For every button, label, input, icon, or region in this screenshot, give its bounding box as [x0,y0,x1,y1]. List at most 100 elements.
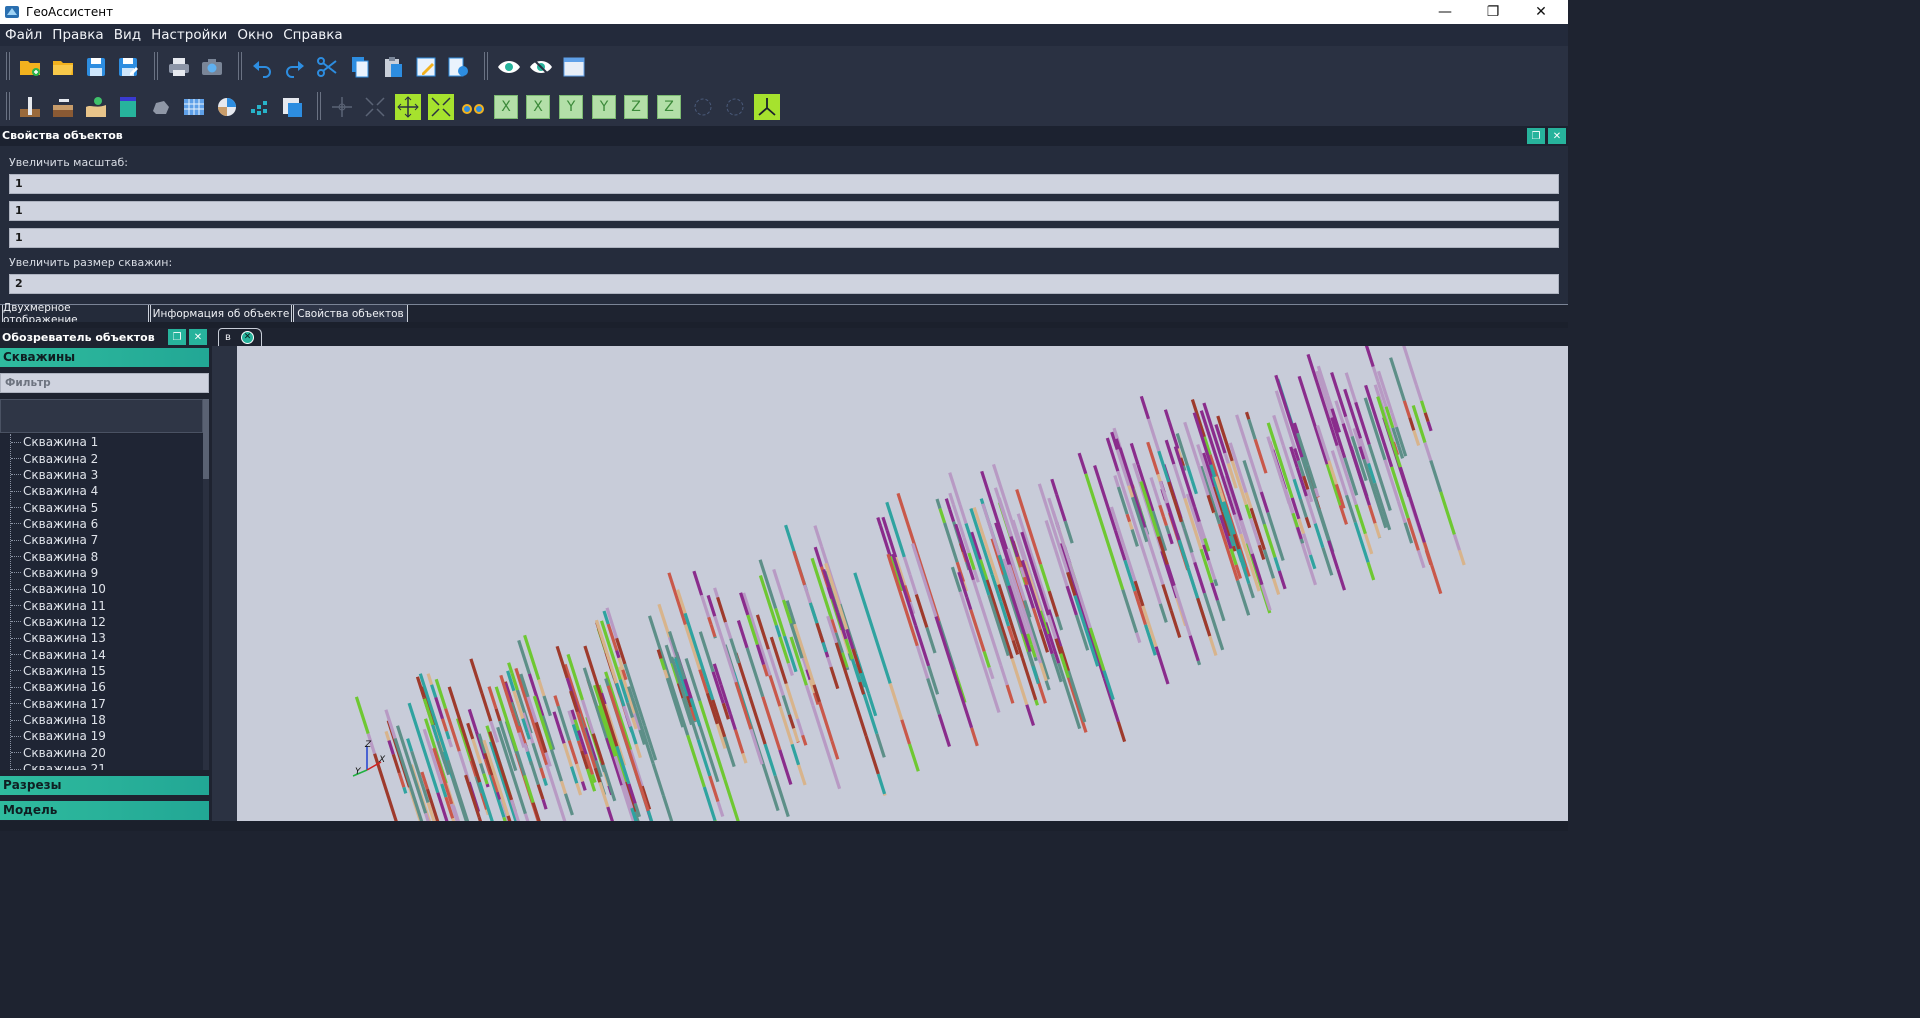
tree-item-well[interactable]: Скважина 19 [0,728,203,744]
wells-scene[interactable] [237,346,1568,821]
copy-button[interactable] [347,54,373,80]
move-button[interactable] [329,94,355,120]
borehole-button[interactable] [17,94,43,120]
filter-input[interactable]: Фильтр [0,373,209,393]
tab-2d-view[interactable]: Двухмерное отображение [2,302,149,326]
tree-item-well[interactable]: Скважина 2 [0,450,203,466]
borehole[interactable] [1163,409,1187,472]
print-button[interactable] [166,54,192,80]
borehole[interactable] [822,569,866,695]
borehole[interactable] [1266,436,1291,504]
restore-button[interactable]: ❐ [1470,0,1516,24]
borehole[interactable] [891,553,940,695]
axis-y-plus-button[interactable]: Y [559,95,583,119]
tree-item-well[interactable]: Скважина 9 [0,565,203,581]
toolbar-grip[interactable] [484,52,488,80]
toolbar-grip[interactable] [154,52,158,80]
cut-button[interactable] [314,54,340,80]
new-project-button[interactable] [17,54,43,80]
axis-x-minus-button[interactable]: X [526,95,550,119]
tree-item-well[interactable]: Скважина 14 [0,646,203,662]
tree-item-well[interactable]: Скважина 8 [0,548,203,564]
window-button[interactable] [561,54,587,80]
3d-viewport[interactable]: Z X Y [237,346,1568,821]
tree-item-well[interactable]: Скважина 17 [0,696,203,712]
report-button[interactable] [279,94,305,120]
axis-z-plus-button[interactable]: Z [624,95,648,119]
borehole[interactable] [1244,411,1268,474]
borehole[interactable] [886,553,952,747]
section-button[interactable] [50,94,76,120]
section-wells[interactable]: Скважины [0,348,209,367]
tree-item-well[interactable]: Скважина 7 [0,532,203,548]
well-size-field[interactable]: 2 [9,274,1559,294]
axes-button[interactable] [754,94,780,120]
close-button[interactable]: ✕ [1518,0,1564,24]
show-button[interactable] [496,54,522,80]
surface-button[interactable] [83,94,109,120]
borehole[interactable] [1376,396,1443,595]
axis-x-plus-button[interactable]: X [494,95,518,119]
close-panel-button[interactable]: ✕ [189,329,207,345]
tree-item-well[interactable]: Скважина 20 [0,745,203,761]
borehole[interactable] [602,610,628,681]
menu-settings[interactable]: Настройки [146,24,232,46]
menu-file[interactable]: Файл [0,24,47,46]
paste-button[interactable] [380,54,406,80]
rotate-ccw-button[interactable] [722,94,748,120]
edit-button[interactable] [413,54,439,80]
scale-z-field[interactable]: 1 [9,228,1559,248]
layer-button[interactable] [115,94,141,120]
tree-item-well[interactable]: Скважина 5 [0,499,203,515]
tree-item-well[interactable]: Скважина 18 [0,712,203,728]
borehole[interactable] [1315,425,1346,509]
borehole[interactable] [1242,460,1287,590]
toolbar-grip[interactable] [6,52,10,80]
tree-item-well[interactable]: Скважина 6 [0,516,203,532]
menu-view[interactable]: Вид [109,24,146,46]
toolbar-grip[interactable] [317,92,321,120]
tree-item-well[interactable]: Скважина 21 [0,761,203,770]
expand-button[interactable] [395,94,421,120]
minimize-button[interactable]: — [1422,0,1468,24]
map-button[interactable] [214,94,240,120]
tree-item-well[interactable]: Скважина 1 [0,434,203,450]
borehole[interactable] [1059,542,1127,743]
points-button[interactable] [246,94,272,120]
borehole[interactable] [1411,405,1466,566]
toolbar-grip[interactable] [6,92,10,120]
menu-window[interactable]: Окно [232,24,278,46]
toolbar-grip[interactable] [238,52,242,80]
viewport-tab[interactable]: в ✕ [218,328,262,346]
tree-item-well[interactable]: Скважина 15 [0,663,203,679]
axis-y-minus-button[interactable]: Y [592,95,616,119]
rock-button[interactable] [148,94,174,120]
tab-object-info[interactable]: Информация об объекте [150,305,292,323]
borehole[interactable] [734,652,790,818]
float-panel-button[interactable]: ❐ [1527,128,1545,144]
tree-item-well[interactable]: Скважина 10 [0,581,203,597]
redo-button[interactable] [282,54,308,80]
scale-x-field[interactable]: 1 [9,174,1559,194]
binoculars-button[interactable] [460,94,486,120]
tree-item-well[interactable]: Скважина 4 [0,483,203,499]
menu-help[interactable]: Справка [278,24,347,46]
menu-edit[interactable]: Правка [47,24,108,46]
screenshot-button[interactable] [199,54,225,80]
undo-button[interactable] [249,54,275,80]
viewport-tab-close-button[interactable]: ✕ [241,331,254,344]
axis-z-minus-button[interactable]: Z [657,95,681,119]
compress-button[interactable] [428,94,454,120]
section-model[interactable]: Модель [0,801,209,820]
scrollbar-thumb[interactable] [203,399,209,479]
tree-item-well[interactable]: Скважина 12 [0,614,203,630]
tree-scrollbar[interactable] [203,399,209,770]
save-button[interactable] [83,54,109,80]
section-sections[interactable]: Разрезы [0,776,209,795]
borehole[interactable] [712,663,748,764]
export-button[interactable] [445,54,471,80]
tree-item-well[interactable]: Скважина 16 [0,679,203,695]
tab-object-properties[interactable]: Свойства объектов [293,305,408,323]
tree-item-well[interactable]: Скважина 13 [0,630,203,646]
tree-item-well[interactable]: Скважина 11 [0,597,203,613]
